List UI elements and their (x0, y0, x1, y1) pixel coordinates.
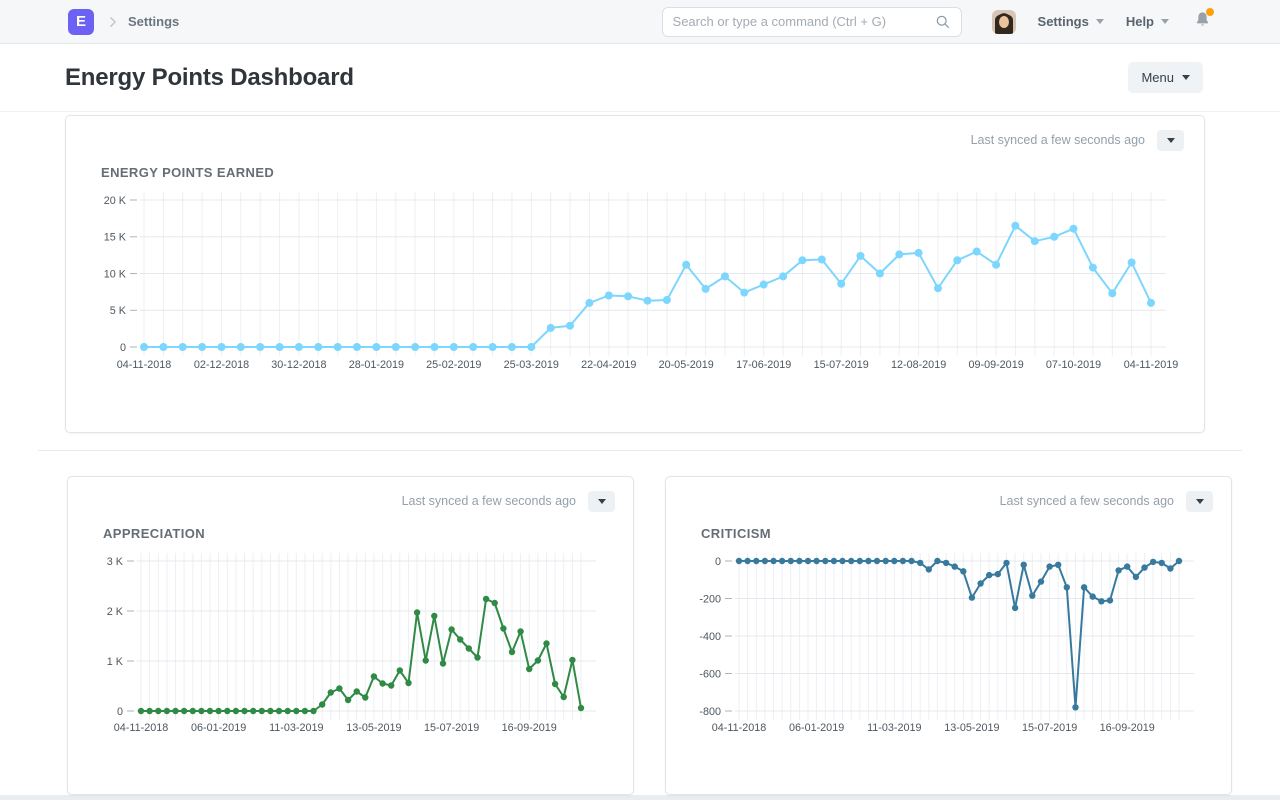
last-synced-text: Last synced a few seconds ago (402, 494, 576, 508)
svg-text:16-09-2019: 16-09-2019 (502, 722, 557, 734)
chevron-down-icon (1096, 19, 1104, 24)
svg-text:16-09-2019: 16-09-2019 (1100, 722, 1155, 734)
svg-text:5 K: 5 K (110, 305, 127, 317)
last-synced-text: Last synced a few seconds ago (1000, 494, 1174, 508)
search-input[interactable] (673, 14, 934, 29)
appreciation-card: Last synced a few seconds ago APPRECIATI… (67, 476, 634, 795)
svg-text:15-07-2019: 15-07-2019 (1022, 722, 1077, 734)
help-dropdown-label: Help (1126, 14, 1154, 29)
global-search[interactable] (662, 7, 962, 37)
last-synced-text: Last synced a few seconds ago (971, 133, 1145, 147)
criticism-chart: 0 -200 -400 -600 -800 04-11-2018 06-01-2019 11-… (701, 547, 1213, 741)
svg-text:15 K: 15 K (104, 232, 127, 244)
card-toolbar: Last synced a few seconds ago (701, 489, 1213, 513)
chevron-down-icon (598, 499, 606, 504)
chevron-down-icon (1161, 19, 1169, 24)
svg-text:-600: -600 (699, 668, 721, 680)
settings-dropdown[interactable]: Settings (1038, 14, 1104, 29)
svg-text:02-12-2018: 02-12-2018 (194, 359, 249, 371)
svg-text:04-11-2018: 04-11-2018 (117, 359, 171, 371)
svg-text:17-06-2019: 17-06-2019 (736, 359, 791, 371)
svg-text:12-08-2019: 12-08-2019 (891, 359, 946, 371)
criticism-card: Last synced a few seconds ago CRITICISM … (665, 476, 1232, 795)
breadcrumb-chevron-icon (106, 15, 120, 29)
app-window: E Settings Settings (0, 0, 1280, 795)
avatar[interactable] (992, 10, 1016, 34)
svg-text:04-11-2019: 04-11-2019 (1124, 359, 1178, 371)
svg-text:28-01-2019: 28-01-2019 (349, 359, 404, 371)
svg-text:-400: -400 (699, 631, 721, 643)
app-logo[interactable]: E (68, 9, 94, 35)
svg-text:20-05-2019: 20-05-2019 (659, 359, 714, 371)
svg-text:3 K: 3 K (107, 556, 124, 568)
menu-button[interactable]: Menu (1128, 62, 1203, 93)
svg-text:11-03-2019: 11-03-2019 (269, 722, 323, 734)
svg-text:07-10-2019: 07-10-2019 (1046, 359, 1101, 371)
card-menu-button[interactable] (588, 491, 615, 512)
chevron-down-icon (1167, 138, 1175, 143)
svg-text:20 K: 20 K (104, 195, 127, 207)
svg-text:13-05-2019: 13-05-2019 (346, 722, 401, 734)
section-divider (38, 450, 1242, 451)
svg-text:04-11-2018: 04-11-2018 (712, 722, 766, 734)
card-toolbar: Last synced a few seconds ago (101, 128, 1184, 152)
chevron-down-icon (1196, 499, 1204, 504)
svg-text:1 K: 1 K (107, 656, 124, 668)
breadcrumb[interactable]: Settings (128, 14, 179, 29)
appreciation-chart: 0 1 K 2 K 3 K 04-11-2018 06-01-2019 11-03-2019… (103, 547, 615, 741)
navbar: E Settings Settings (0, 0, 1280, 44)
svg-text:09-09-2019: 09-09-2019 (968, 359, 1023, 371)
svg-text:11-03-2019: 11-03-2019 (867, 722, 921, 734)
svg-text:10 K: 10 K (104, 268, 127, 280)
svg-text:2 K: 2 K (107, 606, 124, 618)
chart-title: APPRECIATION (103, 526, 615, 541)
energy-points-earned-chart: 0 5 K 10 K 15 K 20 K 04-11-2018 02-12-2018 30-1… (101, 186, 1206, 378)
page-header: Energy Points Dashboard Menu (0, 44, 1280, 112)
bottom-cards-row: Last synced a few seconds ago APPRECIATI… (67, 476, 1205, 795)
notification-indicator (1206, 8, 1214, 16)
help-dropdown[interactable]: Help (1126, 14, 1169, 29)
svg-text:0: 0 (117, 706, 123, 718)
search-icon (934, 13, 951, 30)
svg-text:-200: -200 (699, 593, 721, 605)
page-title: Energy Points Dashboard (65, 64, 354, 92)
svg-text:30-12-2018: 30-12-2018 (271, 359, 326, 371)
menu-button-label: Menu (1141, 70, 1174, 85)
svg-text:06-01-2019: 06-01-2019 (191, 722, 246, 734)
svg-text:25-02-2019: 25-02-2019 (426, 359, 481, 371)
svg-text:04-11-2018: 04-11-2018 (114, 722, 168, 734)
card-menu-button[interactable] (1157, 130, 1184, 151)
energy-points-card: Last synced a few seconds ago ENERGY POI… (65, 115, 1205, 433)
svg-text:15-07-2019: 15-07-2019 (424, 722, 479, 734)
svg-text:0: 0 (715, 556, 721, 568)
chevron-down-icon (1182, 75, 1190, 80)
card-menu-button[interactable] (1186, 491, 1213, 512)
card-toolbar: Last synced a few seconds ago (103, 489, 615, 513)
settings-dropdown-label: Settings (1038, 14, 1089, 29)
svg-text:15-07-2019: 15-07-2019 (814, 359, 869, 371)
svg-text:-800: -800 (699, 706, 721, 718)
svg-text:25-03-2019: 25-03-2019 (504, 359, 559, 371)
svg-text:13-05-2019: 13-05-2019 (944, 722, 999, 734)
svg-text:0: 0 (120, 342, 126, 354)
svg-text:22-04-2019: 22-04-2019 (581, 359, 636, 371)
chart-title: CRITICISM (701, 526, 1213, 541)
notifications-bell[interactable] (1193, 10, 1212, 34)
navbar-right: Settings Help (992, 10, 1212, 34)
svg-text:06-01-2019: 06-01-2019 (789, 722, 844, 734)
chart-title: ENERGY POINTS EARNED (101, 165, 1184, 180)
